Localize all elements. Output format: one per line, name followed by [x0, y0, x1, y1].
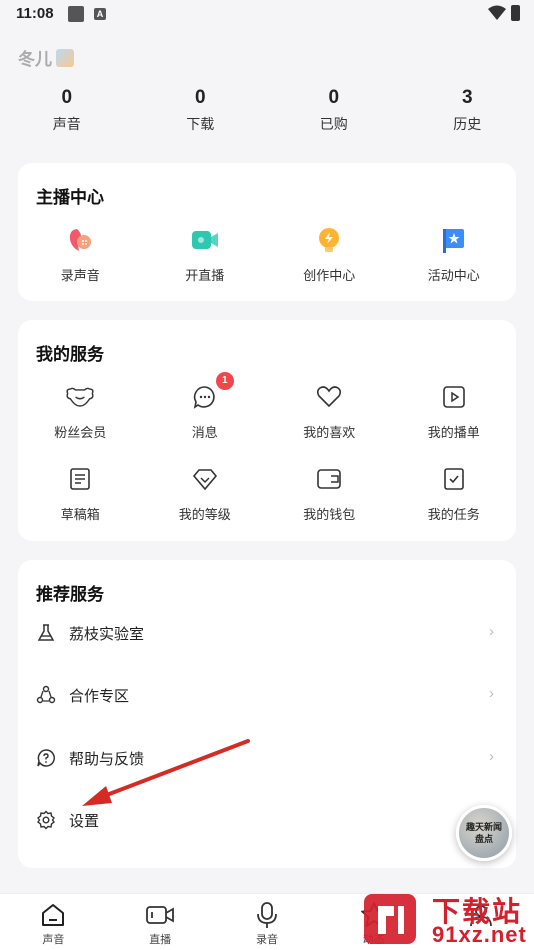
stat-history[interactable]: 3 历史: [401, 85, 534, 145]
my-services-title: 我的服务: [36, 345, 104, 364]
flask-icon: [37, 624, 55, 641]
stat-purchased[interactable]: 0 已购: [267, 85, 401, 145]
message-icon: 1: [190, 372, 234, 412]
cooperation-icon: [36, 685, 56, 704]
service-playlist[interactable]: 我的播单: [392, 382, 517, 441]
tab-live[interactable]: 直播: [107, 894, 214, 950]
stats-row: 0 声音 0 下载 0 已购 3 历史: [0, 85, 534, 145]
chevron-right-icon: ›: [489, 748, 494, 765]
anchor-item-live[interactable]: 开直播: [143, 225, 268, 284]
heart-icon: [314, 382, 344, 412]
service-fan-member[interactable]: 粉丝会员: [18, 382, 143, 441]
rec-item-cooperation[interactable]: 合作专区 ›: [18, 675, 516, 715]
recommended-card: 推荐服务 荔枝实验室 › 合作专区 › 帮助与反馈 › 设置: [18, 560, 516, 868]
stat-label: 下载: [186, 116, 215, 132]
stat-value: 0: [328, 87, 340, 108]
anchor-item-creator[interactable]: 创作中心: [267, 225, 392, 284]
chevron-right-icon: ›: [489, 685, 494, 702]
microphone-icon: [252, 901, 282, 929]
chevron-right-icon: ›: [489, 623, 494, 640]
service-wallet[interactable]: 我的钱包: [267, 464, 392, 523]
rec-item-help[interactable]: 帮助与反馈 ›: [18, 738, 516, 778]
live-camera-icon: [145, 901, 175, 929]
stat-downloads[interactable]: 0 下载: [134, 85, 268, 145]
service-drafts[interactable]: 草稿箱: [18, 464, 143, 523]
tab-label: 直播: [149, 934, 172, 946]
bulb-icon: [314, 225, 344, 255]
anchor-item-label: 创作中心: [303, 268, 356, 283]
service-label: 消息: [191, 425, 218, 440]
floating-news-button[interactable]: 趣天新闻 盘点: [456, 805, 512, 861]
name-badge-icon: [56, 48, 74, 67]
site-watermark: 下载站 91xz.net: [358, 886, 534, 950]
service-level[interactable]: 我的等级: [143, 464, 268, 523]
rec-item-label: 荔枝实验室: [69, 626, 145, 643]
services-row-1: 粉丝会员 1 消息 我的喜欢 我的播单: [18, 372, 517, 441]
rec-item-label: 帮助与反馈: [69, 751, 145, 768]
fan-member-icon: [65, 382, 95, 412]
service-likes[interactable]: 我的喜欢: [267, 382, 392, 441]
service-label: 粉丝会员: [54, 425, 107, 440]
battery-icon: [511, 5, 520, 21]
rec-item-label: 设置: [69, 813, 100, 830]
playlist-icon: [439, 382, 469, 412]
service-label: 我的任务: [427, 507, 480, 522]
float-line-1: 趣天新闻: [465, 822, 502, 832]
service-tasks[interactable]: 我的任务: [392, 464, 517, 523]
mic-record-icon: [65, 225, 95, 255]
draft-icon: [65, 464, 95, 494]
keyboard-a-icon: A: [94, 8, 106, 20]
user-name[interactable]: 冬儿: [18, 45, 74, 70]
stat-sounds[interactable]: 0 声音: [0, 85, 134, 145]
stat-value: 3: [461, 87, 473, 108]
rec-item-label: 合作专区: [69, 688, 130, 705]
watermark-logo-icon: [364, 894, 416, 944]
service-label: 草稿箱: [60, 507, 100, 522]
anchor-item-record[interactable]: 录声音: [18, 225, 143, 284]
wallet-icon: [314, 464, 344, 494]
anchor-item-activity[interactable]: 活动中心: [392, 225, 517, 284]
service-messages[interactable]: 1 消息: [143, 372, 268, 441]
level-icon: [190, 464, 220, 494]
service-label: 我的钱包: [303, 507, 356, 522]
float-line-2: 盘点: [474, 834, 493, 844]
tab-record[interactable]: 录音: [214, 894, 321, 950]
service-label: 我的播单: [427, 425, 480, 440]
watermark-url: 91xz.net: [432, 922, 527, 947]
task-icon: [439, 464, 469, 494]
status-bar: 11:08 A: [0, 0, 534, 30]
service-label: 我的等级: [178, 507, 231, 522]
anchor-center-title: 主播中心: [36, 188, 104, 207]
help-icon: [37, 749, 55, 767]
notification-icon: [68, 6, 84, 22]
my-services-card: 我的服务 粉丝会员 1 消息 我的喜欢 我的播单 草稿箱 我的等级 我的钱包 我…: [18, 320, 516, 541]
stat-label: 声音: [52, 116, 81, 132]
rec-item-lab[interactable]: 荔枝实验室 ›: [18, 613, 516, 653]
rec-item-settings[interactable]: 设置: [18, 800, 516, 840]
recommended-title: 推荐服务: [36, 585, 104, 604]
services-row-2: 草稿箱 我的等级 我的钱包 我的任务: [18, 464, 516, 523]
anchor-center-card: 主播中心 录声音 开直播 创作中心 活动中心: [18, 163, 516, 301]
stat-label: 历史: [453, 116, 482, 132]
anchor-item-label: 录声音: [60, 268, 100, 283]
service-label: 我的喜欢: [303, 425, 356, 440]
status-time: 11:08: [16, 5, 54, 22]
anchor-item-label: 活动中心: [427, 268, 480, 283]
message-count-badge: 1: [215, 372, 234, 390]
home-icon: [38, 901, 68, 929]
video-camera-icon: [190, 225, 220, 255]
user-name-text: 冬儿: [18, 50, 52, 69]
tab-sounds[interactable]: 声音: [0, 894, 107, 950]
flag-icon: [439, 225, 469, 255]
tab-label: 录音: [255, 934, 278, 946]
tab-label: 声音: [42, 934, 65, 946]
stat-value: 0: [61, 87, 73, 108]
wifi-icon: [488, 5, 506, 20]
anchor-center-grid: 录声音 开直播 创作中心 活动中心: [18, 225, 516, 284]
stat-value: 0: [194, 87, 206, 108]
gear-icon: [37, 810, 55, 830]
anchor-item-label: 开直播: [185, 268, 225, 283]
stat-label: 已购: [319, 116, 348, 132]
